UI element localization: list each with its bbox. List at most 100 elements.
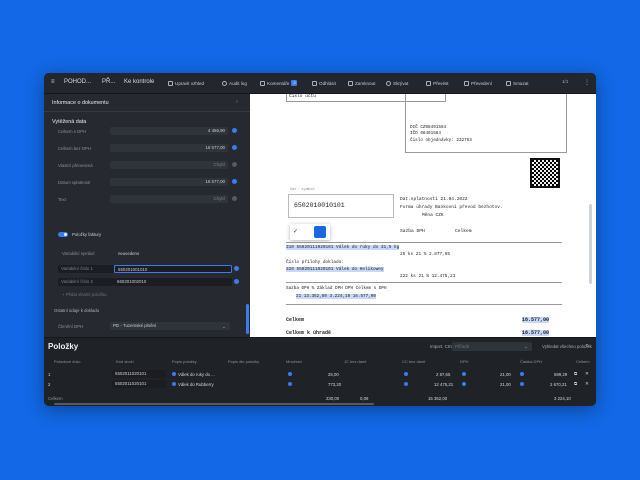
scrollbar[interactable] [246,304,249,334]
column-header[interactable]: Částka DPH [520,359,542,364]
horizontal-scrollbar[interactable] [54,403,374,405]
other-details-header: Ostatní údaje k dokladu [54,308,100,313]
table-footer: Celkem 230,00 0,09 15 352,00 3 224,10 [48,396,571,401]
variable-symbol-value: neuvedeno [118,251,140,256]
confidence-icon [288,372,292,376]
doc-line-1: 310 55020111020101 Válek do ruky do 31,5… [286,245,400,250]
text-field[interactable]: Chybí [110,195,228,203]
close-icon[interactable]: ✕ [585,371,589,377]
chevron-down-icon[interactable]: › [236,99,238,105]
breadcrumb-folder[interactable]: PŘ... [102,79,115,85]
copy-icon[interactable]: ⧉ [574,371,577,376]
refresh-icon[interactable]: ↻ [586,343,590,349]
edit-view-button[interactable]: Upravit vzhled [168,78,204,88]
due-date-field[interactable]: 16 577,00 [110,178,228,186]
divider [44,111,250,112]
plus-icon[interactable] [314,226,326,238]
convert-button[interactable]: Převést [426,78,449,88]
edit-icon [168,80,173,86]
app-window: ≡ POHOD... PŘ... Ke kontrole Upravit vzh… [44,73,596,406]
total-value: 16.577,00 [522,317,550,323]
confidence-icon [234,279,239,284]
doc-line-3: 320 55020111020101 Válek do Helikowey [286,267,384,272]
confidence-icon [232,196,237,201]
payment-line: Forma úhrady Bankovní převod bezhotov. [400,205,503,210]
dic-text: DIČ CZ08491584 [410,125,447,130]
column-header[interactable]: CC bez daně [402,359,425,364]
logout-button[interactable]: Odhlásit [312,78,336,88]
document-info-header[interactable]: Informace o dokumentu [52,100,109,106]
row-value-field[interactable]: 550201001010 [114,265,232,273]
vat-classification-select[interactable]: PD - Tuzemské plnění [110,322,230,330]
document-preview[interactable]: Číslo účtu DIČ CZ08491584 IČO 08491584 Č… [250,94,596,337]
breadcrumb-company[interactable]: POHOD... [64,79,91,85]
doc-line-3-values: 222 ks 21 % 12.475,21 [400,274,456,279]
confidence-icon [232,162,237,167]
doc-line-1-values: 25 ks 21 % 2.877,65 [400,252,451,257]
total-label: Celkem [286,317,305,323]
row-label-field[interactable]: Variabilní číslo 1 [58,265,114,273]
column-header[interactable]: JC bez daně [344,359,366,364]
menu-icon[interactable]: ≡ [51,79,55,85]
invoice-rows-label: Položky faktury [72,232,102,237]
invoice-rows-toggle[interactable] [58,232,68,237]
field-label: Datum splatnosti [58,180,91,185]
field-label: Variabilní symbol [62,251,95,256]
confidence-icon [462,372,466,376]
order-text: Číslo objednávky: 232763 [410,138,472,143]
trash-icon [506,80,511,86]
summary-header: Sazba DPH % Základ DPH DPH Celkem s DPH [286,286,387,291]
divider [286,242,562,243]
column-header[interactable]: Pořadové číslo [54,359,80,364]
delete-button[interactable]: Smazat [506,78,529,88]
confidence-icon [234,266,239,271]
account-label: Číslo účtu [289,94,317,99]
vs-box: 6502010010101 [288,194,394,218]
total-with-vat-field[interactable]: 4 456,90 [110,127,228,135]
items-title: Položky [48,342,79,351]
column-header[interactable]: Popis položky [172,359,197,364]
extracted-data-panel: Informace o dokumentu › Vytěžená data Ce… [44,94,250,337]
reverse-charge-field[interactable]: Chybí [110,161,228,169]
vs-label: Var. symbol [290,188,316,192]
hide-button[interactable]: Skrývat [386,78,408,88]
clock-icon [222,80,227,86]
row-label-field[interactable]: Variabilní číslo 2 [58,278,114,286]
chevron-down-icon[interactable]: ⌄ [524,344,528,350]
column-header[interactable]: DPH [460,359,468,364]
column-header[interactable]: Kód zboží [116,359,134,364]
audit-log-button[interactable]: Audit log [222,78,247,88]
comments-button[interactable]: Komentáře 2 [260,78,298,88]
top-toolbar: ≡ POHOD... PŘ... Ke kontrole Upravit vzh… [44,73,596,94]
confidence-icon [404,372,408,376]
transfer-button[interactable]: Převedení [464,78,492,88]
scrollbar[interactable] [589,204,592,284]
confidence-icon [232,179,237,184]
import-csv-button[interactable]: Import. CSV [430,344,453,349]
check-icon[interactable]: ✓ [293,228,298,235]
row-value-field[interactable]: 660201002010 [114,278,232,286]
confidence-icon [520,382,524,386]
lock-button[interactable]: Zamknout [348,78,375,88]
comment-icon [260,80,265,86]
table-row[interactable]: 2 5502011020101 Válek do Rubberry 773,20… [44,380,596,389]
column-header[interactable]: Popis dle položky [228,359,259,364]
column-header[interactable]: Celkem [576,359,590,364]
total-without-vat-field[interactable]: 16 577,00 [110,144,228,152]
vat-rate-header: Sazba DPH [400,229,425,234]
summary-row: 21 13.352,80 3.224,10 16.577,00 [296,294,376,299]
find-items-option[interactable]: Vyhledat všechno položek [542,344,592,349]
field-label: Celkem s DPH [58,129,87,134]
copy-icon[interactable]: ⧉ [574,381,577,386]
eye-icon [386,80,391,86]
column-header[interactable]: Množství [286,359,302,364]
more-icon[interactable]: ⋮ [584,79,590,86]
chevron-down-icon[interactable]: ⌄ [222,324,226,330]
close-icon[interactable]: ✕ [585,381,589,387]
zoom-popover[interactable]: ✓ [290,224,330,240]
confidence-icon [520,372,524,376]
assign-select[interactable]: Přiřadit [452,342,532,351]
table-row[interactable]: 1 5502011020101 Válek do ruky do ... 25,… [44,370,596,379]
field-label: Celkem bez DPH [58,146,91,151]
add-item-link[interactable]: + Přidat vlastní položku [62,292,107,297]
